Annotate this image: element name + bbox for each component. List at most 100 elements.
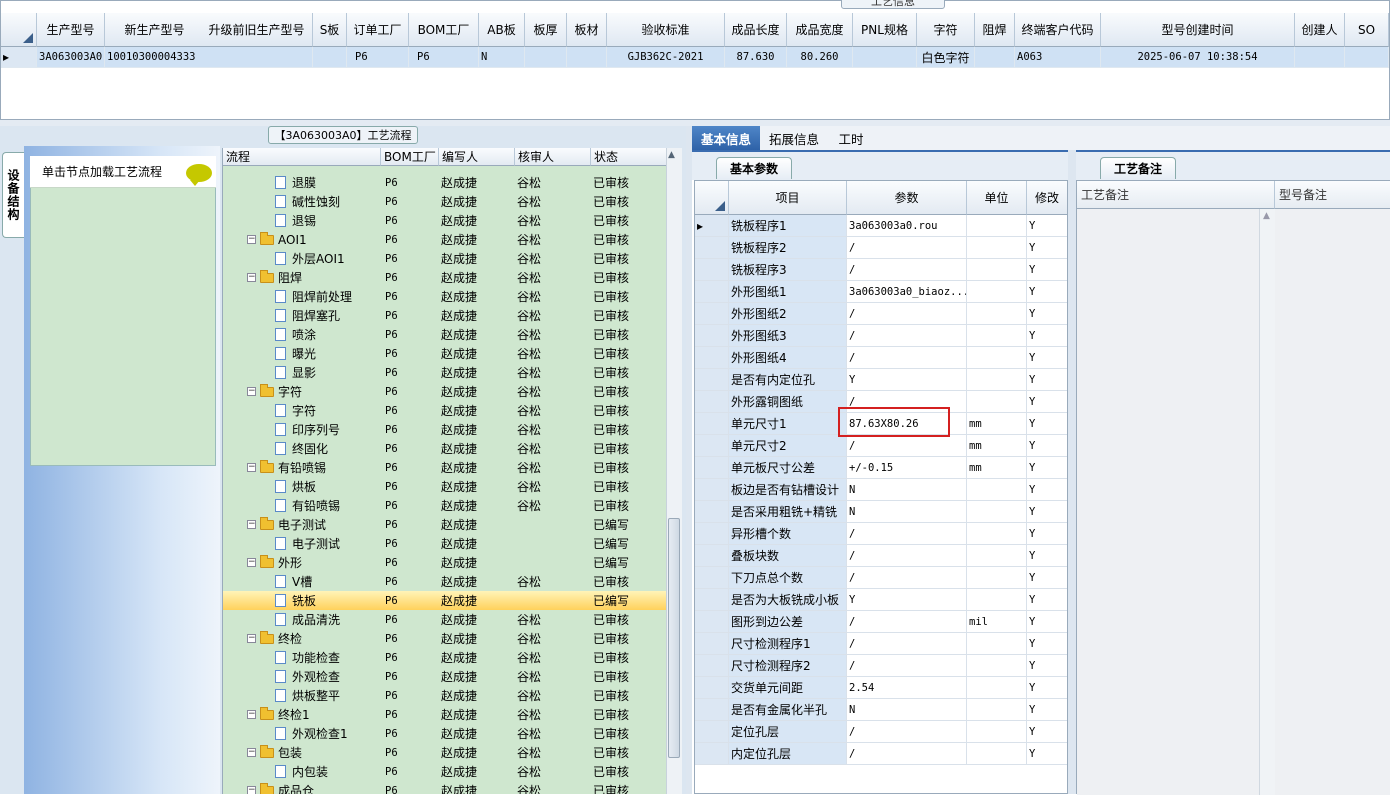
param-value[interactable]: / [847,325,967,346]
param-value[interactable]: 2.54 [847,677,967,698]
tree-row[interactable]: 阻焊前处理 P6 赵成捷 谷松 已审核 [223,287,666,306]
grid-cell[interactable] [1345,47,1389,67]
param-value[interactable]: / [847,721,967,742]
collapse-icon[interactable]: − [247,463,256,472]
collapse-icon[interactable]: − [247,748,256,757]
param-row[interactable]: 铣板程序3/ Y [695,259,1067,281]
row-indicator[interactable] [695,237,729,258]
row-indicator[interactable] [695,259,729,280]
tree-col-header[interactable]: 核审人 [515,148,591,166]
memo-scrollbar[interactable]: ▲ [1259,209,1275,795]
col-header[interactable]: 字符 [917,13,975,47]
row-indicator[interactable] [695,435,729,456]
tree-row[interactable]: 外观检查1 P6 赵成捷 谷松 已审核 [223,724,666,743]
grid-cell[interactable]: GJB362C-2021 [607,47,725,67]
grid-cell[interactable]: 白色字符 [917,47,975,67]
col-header[interactable]: 验收标准 [607,13,725,47]
row-indicator[interactable] [695,567,729,588]
row-indicator[interactable] [695,611,729,632]
collapse-icon[interactable]: − [247,558,256,567]
col-header[interactable]: AB板 [479,13,525,47]
row-indicator[interactable] [695,677,729,698]
grid-cell[interactable]: A063 [1015,47,1101,67]
col-header[interactable]: BOM工厂 [409,13,479,47]
collapse-icon[interactable]: − [247,710,256,719]
param-row[interactable]: 外形图纸1 3a063003a0_biaoz... Y [695,281,1067,303]
row-indicator[interactable] [695,633,729,654]
param-row[interactable]: 外形图纸4/ Y [695,347,1067,369]
col-header[interactable]: 生产型号 [37,13,105,47]
col-header[interactable]: 成品宽度 [787,13,853,47]
grid-cell[interactable] [1295,47,1345,67]
col-item[interactable]: 项目 [729,181,847,215]
param-value[interactable]: / [847,633,967,654]
tree-row[interactable]: 碱性蚀刻 P6 赵成捷 谷松 已审核 [223,192,666,211]
tree-scroll-thumb[interactable] [668,518,680,758]
grid-cell[interactable]: P6 [409,47,479,67]
row-indicator[interactable] [695,743,729,764]
param-row[interactable]: 异形槽个数 / Y [695,523,1067,545]
col-header[interactable]: 升级前旧生产型号 [201,13,313,47]
param-row[interactable]: 内定位孔层 / Y [695,743,1067,765]
param-value[interactable]: / [847,435,967,456]
grid-cell[interactable] [975,47,1015,67]
grid-cell[interactable]: 3A063003A0 [37,47,105,67]
tree-row[interactable]: 显影 P6 赵成捷 谷松 已审核 [223,363,666,382]
col-header[interactable]: 成品长度 [725,13,787,47]
tree-col-header[interactable]: 状态 [591,148,666,166]
row-indicator[interactable] [695,523,729,544]
grid-cell[interactable] [525,47,567,67]
param-value[interactable]: Y [847,589,967,610]
param-value[interactable]: / [847,303,967,324]
tree-row[interactable]: − 成品仓 P6 赵成捷 谷松 已审核 [223,781,666,794]
param-row[interactable]: 单元板尺寸公差 +/-0.15 mm Y [695,457,1067,479]
param-value[interactable]: / [847,259,967,280]
param-row[interactable]: 下刀点总个数 / Y [695,567,1067,589]
scroll-up-icon[interactable]: ▲ [668,150,675,160]
param-value[interactable]: N [847,479,967,500]
tree-row[interactable]: V槽 P6 赵成捷 谷松 已审核 [223,572,666,591]
row-indicator[interactable] [695,545,729,566]
tree-row[interactable]: − 有铅喷锡 P6 赵成捷 谷松 已审核 [223,458,666,477]
param-row[interactable]: 是否有金属化半孔 N Y [695,699,1067,721]
tree-row[interactable]: 印序列号 P6 赵成捷 谷松 已审核 [223,420,666,439]
tree-row[interactable]: 喷涂 P6 赵成捷 谷松 已审核 [223,325,666,344]
row-indicator[interactable]: ▸ [1,47,37,67]
row-indicator[interactable] [695,347,729,368]
row-indicator[interactable] [695,655,729,676]
row-indicator[interactable] [695,721,729,742]
row-indicator[interactable] [695,479,729,500]
col-header[interactable]: SO [1345,13,1389,47]
collapse-icon[interactable]: − [247,273,256,282]
param-row[interactable]: 交货单元间距 2.54 Y [695,677,1067,699]
param-value[interactable]: 3a063003a0_biaoz... [847,281,967,302]
param-value[interactable]: / [847,237,967,258]
col-header[interactable]: 终端客户代码 [1015,13,1101,47]
tree-row[interactable]: − 字符 P6 赵成捷 谷松 已审核 [223,382,666,401]
tree-row[interactable]: 退锡 P6 赵成捷 谷松 已审核 [223,211,666,230]
tree-row[interactable]: 烘板 P6 赵成捷 谷松 已审核 [223,477,666,496]
row-indicator[interactable] [695,369,729,390]
param-row[interactable]: 铣板程序2/ Y [695,237,1067,259]
tree-row[interactable]: − 电子测试 P6 赵成捷 已编写 [223,515,666,534]
tree-col-header[interactable]: 流程 [223,148,381,166]
tree-col-header[interactable]: 编写人 [439,148,515,166]
param-row[interactable]: 叠板块数 / Y [695,545,1067,567]
col-header[interactable]: 新生产型号 [105,13,205,47]
collapse-icon[interactable]: − [247,387,256,396]
col-header[interactable]: 订单工厂 [347,13,409,47]
grid-cell[interactable] [567,47,607,67]
tree-col-header[interactable]: BOM工厂 [381,148,439,166]
tab-basic-info[interactable]: 基本信息 [692,126,760,150]
param-row[interactable]: 单元尺寸2/mm Y [695,435,1067,457]
grid-cell[interactable]: 87.630 [725,47,787,67]
tree-row[interactable]: 外层AOI1 P6 赵成捷 谷松 已审核 [223,249,666,268]
process-memo-input[interactable] [1077,209,1275,795]
grid-cell[interactable]: P6 [347,47,409,67]
col-header[interactable]: 阻焊 [975,13,1015,47]
param-row[interactable]: 尺寸检测程序2/ Y [695,655,1067,677]
param-row[interactable]: 外形图纸3/ Y [695,325,1067,347]
row-indicator[interactable] [695,413,729,434]
param-row[interactable]: 板边是否有钻槽设计 N Y [695,479,1067,501]
param-row[interactable]: 定位孔层 / Y [695,721,1067,743]
